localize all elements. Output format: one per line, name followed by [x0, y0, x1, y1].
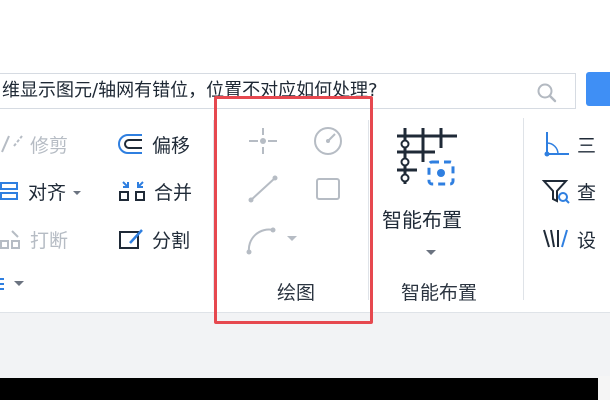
break-icon: [0, 228, 24, 250]
align-icon: [0, 180, 22, 202]
trim-icon: [0, 133, 24, 155]
trim-button[interactable]: 修剪: [0, 130, 68, 158]
break-button[interactable]: 打断: [0, 225, 68, 253]
axis-icon: [541, 130, 571, 158]
merge-icon: [118, 179, 148, 203]
offset-icon: [118, 132, 146, 156]
split-label: 分割: [152, 229, 191, 252]
search-icon[interactable]: [536, 82, 558, 104]
align-dropdown-icon[interactable]: [72, 180, 82, 202]
right-group-item-3[interactable]: 设: [541, 225, 596, 253]
right-group-item-1-label: 三: [577, 134, 597, 157]
smart-layout-group-label: 智能布置: [401, 282, 478, 304]
smart-layout-dropdown-icon[interactable]: [425, 242, 437, 261]
align-label: 对齐: [28, 181, 67, 204]
split-button[interactable]: 分割: [118, 225, 190, 253]
right-group-item-2[interactable]: 查: [541, 177, 596, 205]
settings-lines-icon: [541, 225, 571, 253]
right-group-item-3-label: 设: [577, 229, 597, 252]
break-label: 打断: [30, 229, 69, 252]
canvas-area[interactable]: [0, 378, 610, 400]
smart-layout-button[interactable]: 智能布置: [381, 118, 481, 264]
edit-group-dropdown-icon[interactable]: [0, 276, 30, 296]
right-group-item-1[interactable]: 三: [541, 130, 596, 158]
smart-layout-icon: [395, 122, 461, 192]
filter-icon: [541, 177, 571, 205]
smart-layout-button-label: 智能布置: [382, 208, 462, 232]
drawing-group-highlight-box: [214, 96, 373, 324]
offset-label: 偏移: [152, 134, 191, 157]
split-icon: [118, 227, 146, 251]
user-avatar[interactable]: [586, 72, 610, 106]
merge-button[interactable]: 合并: [118, 177, 192, 205]
separator: [523, 118, 524, 300]
merge-label: 合并: [154, 181, 193, 204]
right-group-item-2-label: 查: [577, 181, 597, 204]
align-button[interactable]: 对齐: [0, 177, 82, 205]
trim-label: 修剪: [30, 134, 69, 157]
scrollbar-corner: [598, 376, 610, 400]
offset-button[interactable]: 偏移: [118, 130, 190, 158]
